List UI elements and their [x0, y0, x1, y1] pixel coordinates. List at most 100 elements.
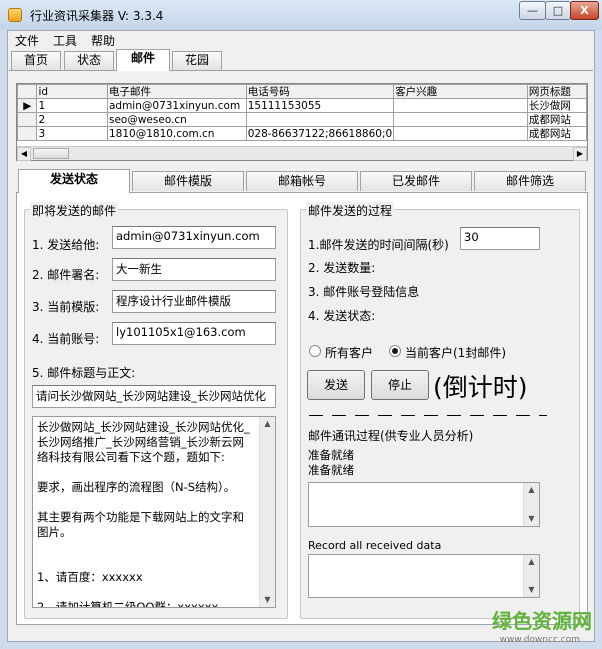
record-data-label: Record all received data	[308, 539, 442, 552]
tab-garden[interactable]: 花园	[172, 51, 222, 70]
signature-label: 2. 邮件署名:	[32, 268, 100, 282]
menu-file[interactable]: 文件	[15, 32, 39, 49]
app-icon	[8, 8, 22, 22]
menu-help[interactable]: 帮助	[91, 32, 115, 49]
cell-phone[interactable]	[245, 112, 395, 127]
cell-id[interactable]: 2	[36, 112, 108, 127]
divider-dash	[516, 415, 530, 416]
scroll-left-icon[interactable]: ◀	[17, 147, 31, 161]
cell-email[interactable]: admin@0731xinyun.com	[106, 98, 247, 113]
scroll-down-icon[interactable]: ▼	[524, 512, 539, 526]
send-count-label: 2. 发送数量:	[308, 261, 376, 275]
table-row[interactable]: 2 seo@weseo.cn 成都网站	[17, 112, 587, 127]
send-to-field[interactable]: admin@0731xinyun.com	[112, 226, 276, 249]
mail-body-textarea[interactable]: 长沙做网站_长沙网站建设_长沙网站优化_长沙网络推广_长沙网络营销_长沙新云网络…	[32, 416, 276, 608]
table-row[interactable]: ▶ 1 admin@0731xinyun.com 15111153055 长沙做…	[17, 98, 587, 113]
account-label: 4. 当前账号:	[32, 332, 100, 346]
scroll-up-icon[interactable]: ▲	[260, 417, 275, 431]
send-button[interactable]: 发送	[307, 370, 365, 400]
tab-send-status[interactable]: 发送状态	[18, 169, 130, 193]
watermark-url: www.downcc.com	[499, 635, 580, 645]
tab-mail-template[interactable]: 邮件模版	[132, 171, 244, 191]
grid-header-phone[interactable]: 电话号码	[245, 84, 395, 99]
row-indicator	[17, 126, 38, 141]
radio-current-customer[interactable]	[389, 345, 401, 357]
divider-dash	[447, 415, 461, 416]
tab-sent-mail[interactable]: 已发邮件	[360, 171, 472, 191]
tab-mail-filter[interactable]: 邮件筛选	[474, 171, 586, 191]
template-field[interactable]: 程序设计行业邮件模版	[112, 290, 276, 313]
table-row[interactable]: 3 1810@1810.com.cn 028-86637122;86618860…	[17, 126, 587, 141]
comm-log-textarea[interactable]: ▲ ▼	[308, 482, 540, 527]
tab-mailbox-accounts[interactable]: 邮箱帐号	[246, 171, 358, 191]
row-indicator	[17, 112, 38, 127]
body-vertical-scrollbar[interactable]: ▲ ▼	[259, 417, 275, 607]
signature-field[interactable]: 大一新生	[112, 258, 276, 281]
divider-dash	[401, 415, 415, 416]
radio-current-customer-label[interactable]: 当前客户(1封邮件)	[405, 344, 506, 361]
menu-tools[interactable]: 工具	[53, 32, 77, 49]
cell-title[interactable]: 成都网站	[526, 112, 587, 127]
window-title: 行业资讯采集器 V: 3.3.4	[30, 9, 164, 23]
countdown-display: (倒计时)	[433, 373, 528, 402]
comm-status-lines: 准备就绪 准备就绪	[308, 448, 354, 477]
cell-phone[interactable]: 15111153055	[245, 98, 395, 113]
received-data-scrollbar[interactable]: ▲ ▼	[523, 555, 539, 597]
divider-dash	[470, 415, 484, 416]
divider-dash	[424, 415, 438, 416]
grid-horizontal-scrollbar[interactable]: ◀ ▶	[17, 146, 587, 161]
cell-id[interactable]: 1	[36, 98, 108, 113]
maximize-button[interactable]: □	[545, 1, 571, 20]
subject-field[interactable]: 请问长沙做网站_长沙网站建设_长沙网站优化	[32, 385, 276, 408]
divider-dash	[355, 415, 369, 416]
scroll-thumb[interactable]	[33, 148, 69, 159]
send-status-label: 4. 发送状态:	[308, 309, 376, 323]
watermark-logo: 绿色资源网	[492, 609, 592, 633]
send-to-label: 1. 发送给他:	[32, 238, 100, 252]
cell-interest[interactable]	[393, 126, 528, 141]
body-label: 5. 邮件标题与正文:	[32, 366, 136, 380]
account-field[interactable]: ly101105x1@163.com	[112, 322, 276, 345]
divider-dash	[309, 415, 323, 416]
cell-title[interactable]: 长沙做网	[526, 98, 587, 113]
divider-dash	[332, 415, 346, 416]
radio-all-customers-label[interactable]: 所有客户	[325, 344, 373, 361]
current-row-indicator: ▶	[17, 98, 38, 113]
interval-field[interactable]: 30	[460, 227, 540, 250]
divider-dash	[539, 415, 547, 416]
tab-mail[interactable]: 邮件	[116, 49, 170, 71]
grid-header-interest[interactable]: 客户兴趣	[393, 84, 528, 99]
cell-id[interactable]: 3	[36, 126, 108, 141]
scroll-right-icon[interactable]: ▶	[573, 147, 587, 161]
stop-button[interactable]: 停止	[371, 370, 429, 400]
cell-interest[interactable]	[393, 98, 528, 113]
cell-email[interactable]: 1810@1810.com.cn	[106, 126, 247, 141]
cell-title[interactable]: 成都网站	[526, 126, 587, 141]
radio-all-customers[interactable]	[309, 345, 321, 357]
close-button[interactable]: X	[570, 1, 599, 20]
received-data-textarea[interactable]: ▲ ▼	[308, 554, 540, 598]
tab-strip-line	[9, 70, 593, 71]
mail-body-text: 长沙做网站_长沙网站建设_长沙网站优化_长沙网络推广_长沙网络营销_长沙新云网络…	[37, 420, 250, 608]
tab-home[interactable]: 首页	[11, 51, 61, 70]
grid-header-id[interactable]: id	[36, 84, 108, 99]
sending-process-group-title: 邮件发送的过程	[306, 202, 395, 219]
divider-dash	[378, 415, 392, 416]
grid-header-email[interactable]: 电子邮件	[106, 84, 247, 99]
grid-header-title[interactable]: 网页标题	[526, 84, 587, 99]
scroll-up-icon[interactable]: ▲	[524, 555, 539, 569]
scroll-down-icon[interactable]: ▼	[260, 593, 275, 607]
cell-interest[interactable]	[393, 112, 528, 127]
divider-dash	[493, 415, 507, 416]
cell-phone[interactable]: 028-86637122;86618860;0	[245, 126, 395, 141]
grid-corner	[17, 84, 38, 99]
login-info-label: 3. 邮件账号登陆信息	[308, 285, 420, 299]
interval-label: 1.邮件发送的时间间隔(秒)	[308, 238, 449, 252]
scroll-up-icon[interactable]: ▲	[524, 483, 539, 497]
minimize-button[interactable]: —	[519, 1, 546, 20]
comm-log-scrollbar[interactable]: ▲ ▼	[523, 483, 539, 526]
scroll-down-icon[interactable]: ▼	[524, 583, 539, 597]
tab-status[interactable]: 状态	[64, 51, 114, 70]
cell-email[interactable]: seo@weseo.cn	[106, 112, 247, 127]
pending-mail-group-title: 即将发送的邮件	[30, 202, 119, 219]
